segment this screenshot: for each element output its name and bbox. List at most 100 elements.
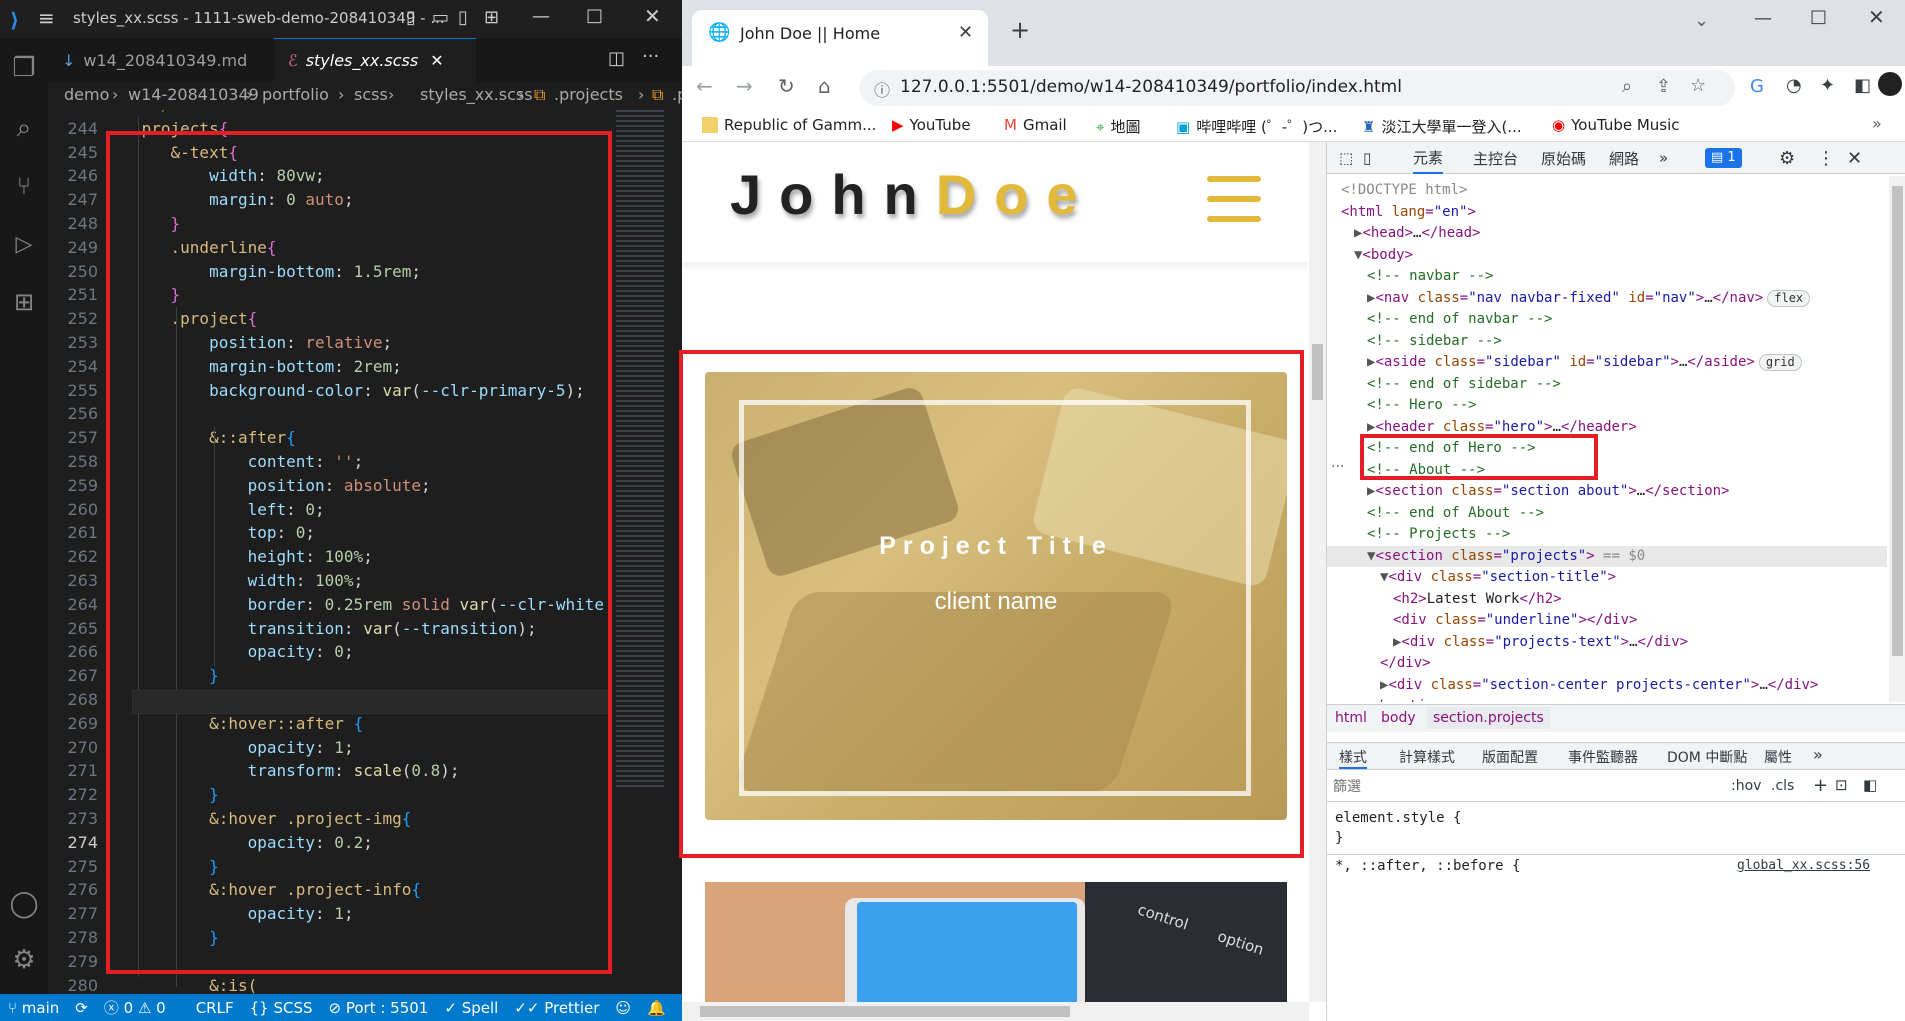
breadcrumb-item[interactable]: .projects xyxy=(554,85,623,104)
project-card-2[interactable]: control option xyxy=(705,882,1287,1002)
extensions-icon[interactable]: ✦ xyxy=(1820,75,1835,96)
dom-node[interactable]: ▶<div class="projects-text">…</div> xyxy=(1393,632,1688,654)
filter-input[interactable] xyxy=(1333,776,1693,798)
dom-node[interactable]: ▶<aside class="sidebar" id="sidebar">…</… xyxy=(1367,352,1802,374)
tab-search-icon[interactable]: ⌄ xyxy=(1694,10,1709,31)
bookmark-item[interactable]: ⌖ 地圖 xyxy=(1096,116,1140,137)
element-style-rule[interactable]: element.style { } xyxy=(1335,808,1461,848)
share-icon[interactable]: ⇪ xyxy=(1656,76,1671,97)
rule-source-link[interactable]: global_xx.scss:56 xyxy=(1737,858,1870,873)
more-tabs-icon[interactable]: » xyxy=(1659,142,1668,174)
dom-node[interactable]: <!-- end of navbar --> xyxy=(1367,309,1552,331)
dom-node[interactable]: ▼<body> xyxy=(1354,245,1413,267)
hov-toggle[interactable]: :hov xyxy=(1731,778,1761,794)
reload-icon[interactable]: ↻ xyxy=(778,74,795,98)
explorer-icon[interactable]: ❐ xyxy=(0,44,48,92)
account-icon[interactable]: ◯ xyxy=(0,880,48,928)
breadcrumb-item[interactable]: styles_xx.scss xyxy=(420,85,533,104)
forward-icon[interactable]: → xyxy=(736,74,753,98)
problems-status[interactable]: ⓧ 0 ⚠ 0 xyxy=(96,997,174,1018)
search-icon[interactable]: ⌕ xyxy=(0,104,48,152)
avatar[interactable] xyxy=(1878,72,1902,96)
close-tab-icon[interactable]: ✕ xyxy=(958,22,973,43)
crumb-body[interactable]: body xyxy=(1381,710,1416,726)
close-window-icon[interactable]: ✕ xyxy=(1868,5,1885,29)
prettier-status[interactable]: ✓✓ Prettier xyxy=(506,999,607,1017)
breadcrumb-item[interactable]: w14-208410349 xyxy=(128,85,259,104)
page-vertical-scrollbar[interactable] xyxy=(1309,142,1326,1002)
dom-node[interactable]: <!-- navbar --> xyxy=(1367,266,1493,288)
toggle-sidebar-icon[interactable]: ◧ xyxy=(1863,776,1877,794)
dom-node[interactable]: </section> xyxy=(1367,696,1451,702)
performance-icon[interactable]: ◔ xyxy=(1786,75,1802,96)
dom-node[interactable]: <h2>Latest Work</h2> xyxy=(1393,589,1562,611)
run-debug-icon[interactable]: ▷ xyxy=(0,220,48,268)
tab-elements[interactable]: 元素 xyxy=(1413,142,1444,174)
code-line[interactable]: &:is( xyxy=(132,974,257,994)
dom-node[interactable]: <div class="underline"></div> xyxy=(1393,610,1637,632)
maximize-icon[interactable]: □ xyxy=(1810,6,1827,27)
dom-node[interactable]: </div> xyxy=(1380,653,1431,675)
tab-markdown[interactable]: ↓ w14_208410349.md xyxy=(48,38,274,82)
sidebar-toggle-icon[interactable]: ▯ xyxy=(458,7,468,28)
bookmark-item[interactable]: ◉ YouTube Music xyxy=(1552,116,1680,134)
bookmark-item[interactable]: ▣ 哔哩哔哩 (゜-゜)つ... xyxy=(1176,116,1337,137)
dom-node[interactable]: <!-- end of sidebar --> xyxy=(1367,374,1561,396)
live-server-status[interactable]: ⊘ Port : 5501 xyxy=(321,999,437,1017)
tab-styles[interactable]: 樣式 xyxy=(1339,747,1367,769)
tab-sources[interactable]: 原始碼 xyxy=(1541,142,1586,174)
dom-node[interactable]: ▶<nav class="nav navbar-fixed" id="nav">… xyxy=(1367,288,1811,310)
back-icon[interactable]: ← xyxy=(696,74,713,98)
branch-status[interactable]: ⑂ main xyxy=(0,999,67,1017)
more-actions-icon[interactable]: ··· xyxy=(642,46,659,67)
eol-status[interactable]: CRLF xyxy=(188,999,242,1017)
url-text[interactable]: 127.0.0.1:5501/demo/w14-208410349/portfo… xyxy=(900,77,1402,97)
issues-badge[interactable]: ▤ 1 xyxy=(1705,148,1742,168)
elements-scrollbar[interactable] xyxy=(1889,176,1905,702)
scrollbar-thumb[interactable] xyxy=(1892,186,1903,656)
tab-scss[interactable]: ℰ styles_xx.scss ✕ xyxy=(274,38,476,82)
minimap[interactable] xyxy=(612,110,668,994)
breadcrumb-item[interactable]: scss xyxy=(354,85,388,104)
close-devtools-icon[interactable]: ✕ xyxy=(1847,142,1862,174)
minimize-icon[interactable]: — xyxy=(1754,8,1772,29)
source-control-icon[interactable]: ⑂ xyxy=(0,162,48,210)
feedback-icon[interactable]: ☺ xyxy=(607,999,639,1017)
customize-layout-icon[interactable]: ⊞ xyxy=(484,7,499,28)
close-tab-icon[interactable]: ✕ xyxy=(430,51,443,70)
more-options-icon[interactable]: ⋮ xyxy=(1817,142,1835,174)
minimize-icon[interactable]: — xyxy=(532,6,550,27)
menu-icon[interactable]: ≡ xyxy=(38,6,55,30)
hamburger-menu-icon[interactable] xyxy=(1207,176,1261,222)
dom-node[interactable]: <!-- Projects --> xyxy=(1367,524,1510,546)
settings-gear-icon[interactable]: ⚙ xyxy=(1779,142,1795,174)
home-icon[interactable]: ⌂ xyxy=(818,74,831,98)
breadcrumb-item[interactable]: demo xyxy=(64,85,109,104)
dom-node[interactable]: <!-- sidebar --> xyxy=(1367,331,1502,353)
dom-node[interactable]: <!-- end of About --> xyxy=(1367,503,1544,525)
dom-node[interactable]: ▶<head>…</head> xyxy=(1354,223,1480,245)
browser-tab[interactable]: 🌐 John Doe || Home ✕ xyxy=(692,10,988,66)
code-line[interactable]: */ xyxy=(132,110,170,117)
panel-icon[interactable]: ▭ xyxy=(432,7,449,28)
dom-node[interactable]: ▶<div class="section-center projects-cen… xyxy=(1380,675,1818,697)
device-toolbar-icon[interactable]: ▯ xyxy=(1363,142,1371,174)
new-rule-icon[interactable]: + xyxy=(1813,775,1828,796)
more-actions-icon[interactable]: ··· xyxy=(1331,459,1344,475)
bookmark-item[interactable]: M Gmail xyxy=(1004,116,1067,134)
dom-node[interactable]: ▶<section class="section about">…</secti… xyxy=(1367,481,1730,503)
notifications-icon[interactable]: 🔔 xyxy=(639,999,674,1017)
tab-console[interactable]: 主控台 xyxy=(1473,142,1518,174)
address-bar[interactable]: ⓘ 127.0.0.1:5501/demo/w14-208410349/port… xyxy=(860,70,1735,106)
maximize-icon[interactable]: □ xyxy=(586,5,603,26)
breadcrumb-item[interactable]: portfolio xyxy=(262,85,329,104)
dom-node[interactable]: <html lang="en"> xyxy=(1341,202,1476,224)
horizontal-scrollbar[interactable] xyxy=(682,1002,1309,1021)
bookmark-item[interactable]: ▶ YouTube xyxy=(892,116,971,134)
scrollbar-thumb[interactable] xyxy=(1312,344,1323,400)
scrollbar-thumb[interactable] xyxy=(700,1006,1070,1017)
site-logo[interactable]: JohnDoe xyxy=(730,162,1096,227)
tab-layout[interactable]: 版面配置 xyxy=(1482,747,1538,767)
split-editor-icon[interactable]: ◫ xyxy=(608,48,625,69)
translate-icon[interactable]: G xyxy=(1750,76,1764,97)
